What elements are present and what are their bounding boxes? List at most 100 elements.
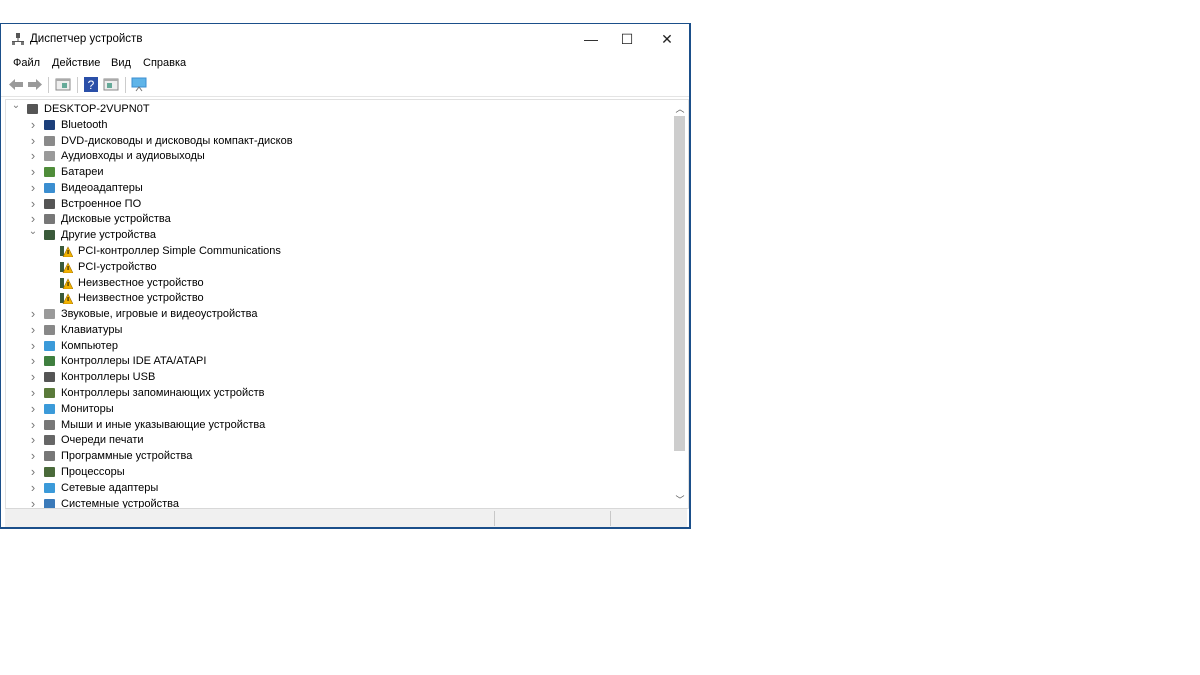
title-bar: Диспетчер устройств — ☐ ✕: [1, 24, 689, 54]
tree-item-label: Очереди печати: [61, 434, 144, 447]
chevron-right-icon[interactable]: ›: [28, 480, 38, 496]
maximize-button[interactable]: ☐: [607, 24, 647, 54]
chevron-right-icon[interactable]: ›: [28, 196, 38, 212]
vertical-scrollbar[interactable]: ︿ ﹀: [672, 100, 688, 508]
tree-item-label: Компьютер: [61, 339, 118, 352]
tree-item[interactable]: › Контроллеры USB: [6, 369, 666, 385]
tree-item-label: Аудиовходы и аудиовыходы: [61, 150, 205, 163]
tree-item-label: Контроллеры запоминающих устройств: [61, 387, 265, 400]
scrollbar-thumb[interactable]: [674, 116, 685, 451]
tree-item-label: Другие устройства: [61, 229, 156, 242]
tree-item[interactable]: › Клавиатуры: [6, 322, 666, 338]
tree-item[interactable]: › Сетевые адаптеры: [6, 480, 666, 496]
update-driver-icon[interactable]: [103, 77, 119, 92]
chevron-right-icon[interactable]: ›: [28, 464, 38, 480]
firmware-icon: [43, 198, 56, 210]
tree-item[interactable]: PCI-устройство: [6, 259, 666, 275]
menu-view[interactable]: Вид: [111, 57, 131, 69]
chevron-right-icon[interactable]: ›: [28, 353, 38, 369]
scroll-up-arrow[interactable]: ︿: [672, 102, 688, 115]
tree-item-label: Процессоры: [61, 465, 125, 478]
mouse-icon: [43, 419, 56, 431]
tree-item[interactable]: › Компьютер: [6, 338, 666, 354]
chevron-right-icon[interactable]: ›: [28, 148, 38, 164]
menu-action[interactable]: Действие: [52, 57, 100, 69]
help-icon[interactable]: ?: [83, 77, 99, 92]
dvd-drive-icon: [43, 135, 56, 147]
tree-item[interactable]: ⌄ DESKTOP-2VUPN0T: [6, 100, 666, 117]
tree-item-label: Контроллеры USB: [61, 371, 156, 384]
tree-item[interactable]: › Мониторы: [6, 401, 666, 417]
chevron-right-icon[interactable]: ›: [28, 496, 38, 509]
monitor-scan-icon[interactable]: [131, 77, 147, 92]
tree-item[interactable]: › Дисковые устройства: [6, 211, 666, 227]
tree-item[interactable]: Неизвестное устройство: [6, 275, 666, 291]
battery-icon: [43, 166, 56, 178]
chevron-down-icon[interactable]: ⌄: [11, 100, 21, 114]
warning-device-icon: [60, 261, 74, 274]
tree-item-label: DESKTOP-2VUPN0T: [44, 103, 150, 115]
tree-item[interactable]: PCI-контроллер Simple Communications: [6, 243, 666, 259]
tree-item-label: Bluetooth: [61, 118, 108, 131]
tree-item[interactable]: › Батареи: [6, 164, 666, 180]
disk-drive-icon: [43, 213, 56, 225]
menu-help[interactable]: Справка: [143, 57, 186, 69]
tree-item-label: Дисковые устройства: [61, 213, 171, 226]
toolbar: ?: [1, 74, 689, 97]
properties-pane-icon[interactable]: [55, 77, 71, 92]
tree-item-label: Мониторы: [61, 402, 114, 415]
tree-item-label: Звуковые, игровые и видеоустройства: [61, 308, 258, 321]
chevron-right-icon[interactable]: ›: [28, 322, 38, 338]
menu-file[interactable]: Файл: [13, 57, 40, 69]
chevron-right-icon[interactable]: ›: [28, 133, 38, 149]
chevron-right-icon[interactable]: ›: [28, 401, 38, 417]
tree-item-label: Клавиатуры: [61, 323, 123, 336]
status-bar: [5, 508, 687, 527]
chevron-right-icon[interactable]: ›: [28, 432, 38, 448]
display-adapter-icon: [43, 182, 56, 194]
status-separator: [494, 511, 495, 526]
chevron-right-icon[interactable]: ›: [28, 338, 38, 354]
forward-icon[interactable]: [27, 77, 43, 92]
svg-text:?: ?: [88, 78, 95, 92]
chevron-right-icon[interactable]: ›: [28, 385, 38, 401]
tree-item[interactable]: › Звуковые, игровые и видеоустройства: [6, 306, 666, 322]
chevron-right-icon[interactable]: ›: [28, 369, 38, 385]
chevron-right-icon[interactable]: ›: [28, 448, 38, 464]
tree-item[interactable]: › Контроллеры запоминающих устройств: [6, 385, 666, 401]
close-button[interactable]: ✕: [647, 24, 687, 54]
tree-item[interactable]: › DVD-дисководы и дисководы компакт-диско…: [6, 133, 666, 149]
tree-item[interactable]: › Аудиовходы и аудиовыходы: [6, 148, 666, 164]
device-manager-icon: [12, 33, 24, 45]
tree-item[interactable]: › Видеоадаптеры: [6, 180, 666, 196]
tree-item-label: Батареи: [61, 166, 104, 179]
tree-item[interactable]: › Встроенное ПО: [6, 196, 666, 212]
tree-item[interactable]: ⌄ Другие устройства: [6, 224, 666, 243]
tree-item[interactable]: › Bluetooth: [6, 117, 666, 133]
tree-item[interactable]: › Очереди печати: [6, 432, 666, 448]
other-devices-icon: [43, 229, 56, 241]
chevron-right-icon[interactable]: ›: [28, 164, 38, 180]
tree-item-label: DVD-дисководы и дисководы компакт-дисков: [61, 134, 293, 147]
tree-item[interactable]: › Программные устройства: [6, 448, 666, 464]
tree-item-label: Сетевые адаптеры: [61, 481, 159, 494]
minimize-button[interactable]: —: [571, 24, 611, 54]
tree-item[interactable]: › Системные устройства: [6, 496, 666, 509]
chevron-right-icon[interactable]: ›: [28, 417, 38, 433]
tree-item-label: Системные устройства: [61, 497, 180, 509]
chevron-right-icon[interactable]: ›: [28, 306, 38, 322]
chevron-right-icon[interactable]: ›: [28, 180, 38, 196]
tree-item[interactable]: › Процессоры: [6, 464, 666, 480]
device-tree[interactable]: ⌄ DESKTOP-2VUPN0T › Bluetooth › DVD-дисководы…: [5, 99, 689, 509]
toolbar-separator: [48, 77, 49, 93]
tree-item[interactable]: › Контроллеры IDE ATA/ATAPI: [6, 353, 666, 369]
back-icon[interactable]: [8, 77, 24, 92]
menu-bar: Файл Действие Вид Справка: [1, 54, 689, 74]
scroll-down-arrow[interactable]: ﹀: [672, 493, 688, 506]
chevron-down-icon[interactable]: ⌄: [28, 224, 38, 240]
processor-icon: [43, 466, 56, 478]
tree-item-label: PCI-контроллер Simple Communications: [78, 245, 281, 258]
chevron-right-icon[interactable]: ›: [28, 117, 38, 133]
tree-item[interactable]: › Мыши и иные указывающие устройства: [6, 417, 666, 433]
tree-item[interactable]: Неизвестное устройство: [6, 290, 666, 306]
